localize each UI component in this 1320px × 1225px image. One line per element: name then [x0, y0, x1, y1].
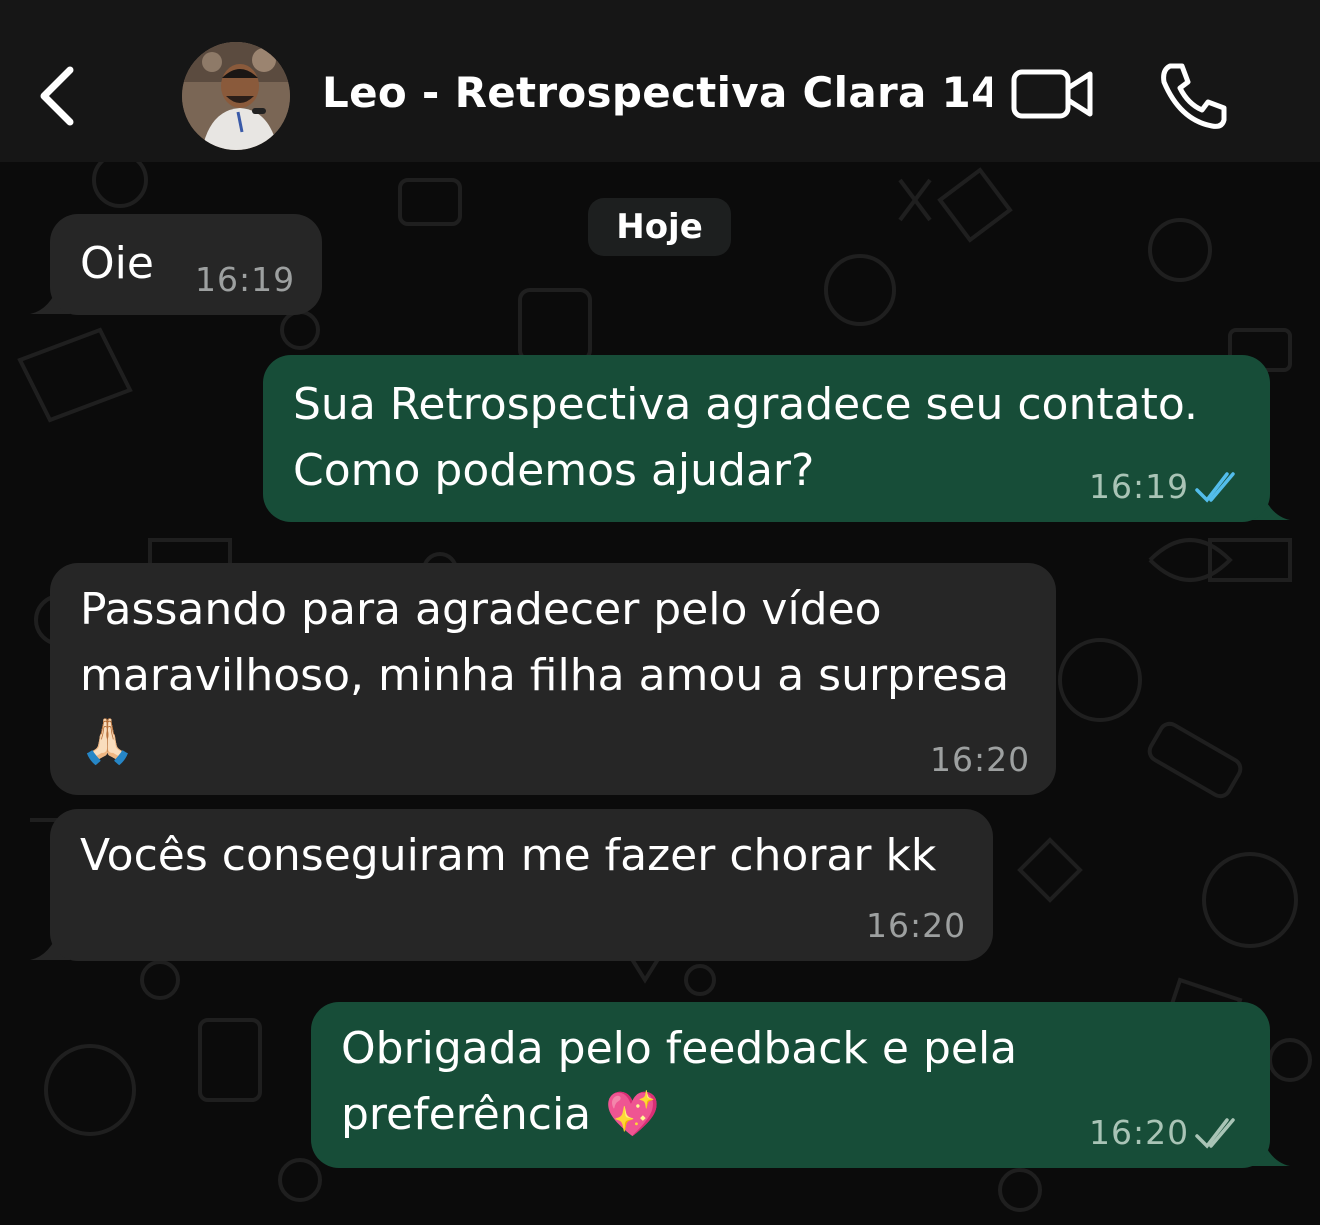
voice-call-button[interactable]: [1156, 58, 1230, 132]
message-time: 16:19: [1089, 467, 1190, 506]
contact-name[interactable]: Leo - Retrospectiva Clara 14/03: [322, 68, 992, 117]
message-line: Sua Retrospectiva agradece seu contato.: [293, 379, 1198, 430]
message-time: 16:20: [866, 906, 967, 945]
message-text: Vocês conseguiram me fazer chorar kk: [80, 830, 937, 881]
message-line: Passando para agradecer pelo vídeo: [80, 584, 882, 635]
message-bubble-outgoing[interactable]: Sua Retrospectiva agradece seu contato. …: [263, 355, 1270, 522]
phone-icon: [1161, 63, 1227, 129]
date-separator: Hoje: [588, 198, 731, 256]
message-text: Oie: [80, 238, 154, 289]
message-line: 🙏🏻: [80, 716, 135, 767]
message-bubble-incoming[interactable]: Passando para agradecer pelo vídeo marav…: [50, 563, 1056, 795]
message-line: Obrigada pelo feedback e pela: [341, 1023, 1018, 1074]
chat-header: Leo - Retrospectiva Clara 14/03: [0, 0, 1320, 162]
message-bubble-outgoing[interactable]: Obrigada pelo feedback e pela preferênci…: [311, 1002, 1270, 1168]
message-time: 16:20: [930, 740, 1031, 779]
message-bubble-incoming[interactable]: Oie 16:19: [50, 214, 322, 315]
message-time: 16:19: [195, 260, 296, 299]
message-line: maravilhoso, minha filha amou a surpresa: [80, 650, 1010, 701]
read-ticks-icon: [1195, 472, 1235, 503]
delivered-ticks-icon: [1195, 1118, 1235, 1149]
message-time: 16:20: [1089, 1113, 1190, 1152]
video-camera-icon: [1011, 69, 1093, 119]
back-button[interactable]: [30, 60, 90, 132]
message-bubble-incoming[interactable]: Vocês conseguiram me fazer chorar kk 16:…: [50, 809, 993, 961]
message-line: preferência 💖: [341, 1089, 660, 1140]
video-call-button[interactable]: [1008, 62, 1098, 126]
avatar-image: [182, 42, 290, 150]
contact-avatar[interactable]: [182, 42, 290, 150]
chevron-left-icon: [40, 66, 74, 126]
message-line: Como podemos ajudar?: [293, 445, 815, 496]
